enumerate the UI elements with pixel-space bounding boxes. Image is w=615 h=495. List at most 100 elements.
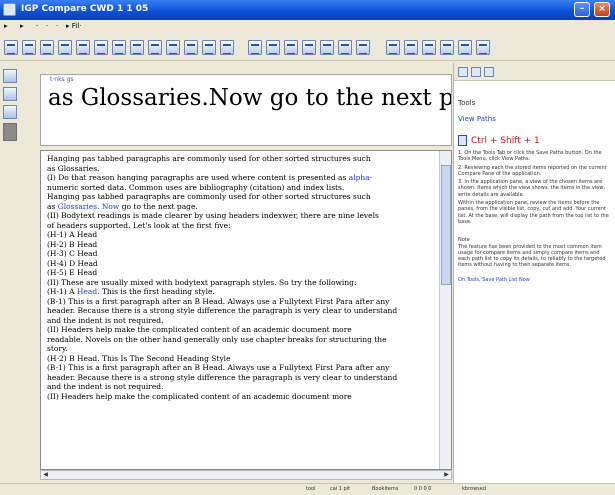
document-text-run: . This is the first heading style. [97, 287, 215, 296]
document-text-run: (B-1) This is a first paragraph after an… [47, 363, 390, 372]
toolbar-button[interactable] [184, 40, 198, 55]
horizontal-scrollbar[interactable]: ◀ ▶ [40, 470, 452, 480]
toolbar-button[interactable] [422, 40, 436, 55]
toolbar-button[interactable] [266, 40, 280, 55]
toolbar-button[interactable] [166, 40, 180, 55]
pane-step: 1. On the Tools Tab or click the Save Pa… [458, 150, 602, 163]
document-text-run: (II) Headers help make the complicated c… [47, 391, 352, 401]
document-line: readable. Novels on the other hand gener… [47, 335, 435, 345]
document-line: (B-1) This is a first paragraph after an… [47, 297, 435, 307]
document-text-run: (H-5) E Head [47, 268, 98, 277]
pane-back-icon[interactable] [458, 67, 468, 77]
status-field: 0 0 0 0 [414, 486, 432, 492]
pane-note: The feature has been provided to the mos… [458, 243, 606, 269]
title-bar: IGP Compare CWD 1 1 05 – × [0, 0, 615, 20]
toolbar-button[interactable] [4, 40, 18, 55]
document-link[interactable]: Glossaries. Now [58, 202, 120, 211]
document-text-run: (H-1) A Head [47, 230, 98, 239]
toolbar-button[interactable] [112, 40, 126, 55]
menu-item[interactable]: ▸ [20, 22, 24, 30]
toolbar-button[interactable] [130, 40, 144, 55]
toolbar-button[interactable] [248, 40, 262, 55]
toolbar-button[interactable] [356, 40, 370, 55]
pane-header: Tools [458, 99, 476, 107]
document-text: Hanging pas tabbed paragraphs are common… [47, 154, 435, 401]
document-line: (II) These are usually mixed with bodyte… [47, 278, 435, 288]
view-paths-link[interactable]: View Paths [458, 115, 612, 123]
document-line: Hanging pas tabbed paragraphs are common… [47, 192, 435, 202]
pane-footer-link[interactable]: On Tools, Save Path List Now [458, 277, 612, 283]
document-text-run: as [47, 201, 58, 211]
shortcut-title: Ctrl + Shift + 1 [471, 135, 540, 146]
toolbar-button[interactable] [220, 40, 234, 55]
document-line: (H-1) A Head. This is the first heading … [47, 287, 435, 297]
toolbar-button[interactable] [404, 40, 418, 55]
left-tool-button[interactable] [3, 105, 17, 119]
menu-item[interactable]: ▸ Fil· [66, 22, 81, 30]
toolbar-button[interactable] [320, 40, 334, 55]
document-line: numeric sorted data. Common uses are bib… [47, 183, 435, 193]
minimize-button[interactable]: – [574, 2, 590, 17]
toolbar-button[interactable] [76, 40, 90, 55]
document-line: as Glossaries. [47, 164, 435, 174]
scroll-left-icon[interactable]: ◀ [41, 471, 50, 479]
document-text-run: and the indent is not required. [47, 382, 164, 391]
toolbar-button[interactable] [202, 40, 216, 55]
document-line: (I) Do that reason hanging paragraphs ar… [47, 173, 435, 183]
document-text-run: as Glossaries. [47, 163, 100, 173]
toolbar-button[interactable] [58, 40, 72, 55]
toolbar-button[interactable] [386, 40, 400, 55]
document-link[interactable]: Head [77, 287, 97, 296]
menu-item[interactable]: · [56, 22, 58, 30]
menu-bar: ▸ ▸ · · · ▸ Fil· [0, 20, 615, 33]
pane-step: Within the application pane, review the … [458, 200, 609, 225]
document-text-run: go to the next page. [119, 201, 198, 211]
status-field: kbrowsed [462, 486, 487, 492]
document-text-run: of headers supported. Let's look at the … [47, 220, 231, 230]
close-button[interactable]: × [594, 2, 610, 17]
document-line: (H-2) B Head [47, 240, 435, 250]
pane-home-icon[interactable] [484, 67, 494, 77]
scroll-right-icon[interactable]: ▶ [442, 471, 451, 479]
document-line: (H-5) E Head [47, 268, 435, 278]
document-text-run: Hanging pas tabbed paragraphs are common… [47, 154, 371, 163]
menu-item[interactable]: · [36, 22, 38, 30]
left-toolbar [0, 63, 38, 483]
app-icon [3, 3, 16, 16]
left-tool-button[interactable] [3, 123, 17, 141]
document-link[interactable]: alpha- [349, 173, 373, 182]
pane-forward-icon[interactable] [471, 67, 481, 77]
toolbar-button[interactable] [284, 40, 298, 55]
document-line: story. [47, 344, 435, 354]
toolbar-button[interactable] [476, 40, 490, 55]
toolbar-button[interactable] [22, 40, 36, 55]
document-text-run: (B-1) This is a first paragraph after an… [47, 296, 390, 306]
vertical-scrollbar[interactable] [439, 151, 451, 469]
document-text-run: (II) Headers help make the complicated c… [47, 325, 352, 334]
left-tool-button[interactable] [3, 87, 17, 101]
document-text-run: (I) Do that reason hanging paragraphs ar… [47, 173, 349, 182]
menu-item[interactable]: ▸ [4, 22, 8, 30]
toolbar-button[interactable] [302, 40, 316, 55]
status-field: Bookitems [372, 486, 399, 492]
toolbar-button[interactable] [94, 40, 108, 55]
left-tool-button[interactable] [3, 69, 17, 83]
toolbar-button[interactable] [440, 40, 454, 55]
menu-item[interactable]: · [46, 22, 48, 30]
toolbar-button[interactable] [40, 40, 54, 55]
task-pane: Tools View Paths Ctrl + Shift + 1 1. On … [453, 63, 615, 483]
document-line: Hanging pas tabbed paragraphs are common… [47, 154, 435, 164]
scroll-thumb[interactable] [441, 165, 451, 285]
document-line: (II) Bodytext readings is made clearer b… [47, 211, 435, 221]
document-pane[interactable]: Hanging pas tabbed paragraphs are common… [40, 150, 452, 470]
document-line: (H-3) C Head [47, 249, 435, 259]
preview-banner: t·nks gs as Glossaries.Now go to the nex… [40, 74, 452, 146]
document-line: header. Because there is a strong style … [47, 373, 435, 383]
document-text-run: readable. Novels on the other hand gener… [47, 334, 387, 344]
toolbar-button[interactable] [338, 40, 352, 55]
pane-step: 3. In the application pane, a view of th… [458, 179, 605, 198]
document-line: and the indent is not required. [47, 382, 435, 392]
main-toolbar [0, 35, 615, 61]
toolbar-button[interactable] [148, 40, 162, 55]
toolbar-button[interactable] [458, 40, 472, 55]
